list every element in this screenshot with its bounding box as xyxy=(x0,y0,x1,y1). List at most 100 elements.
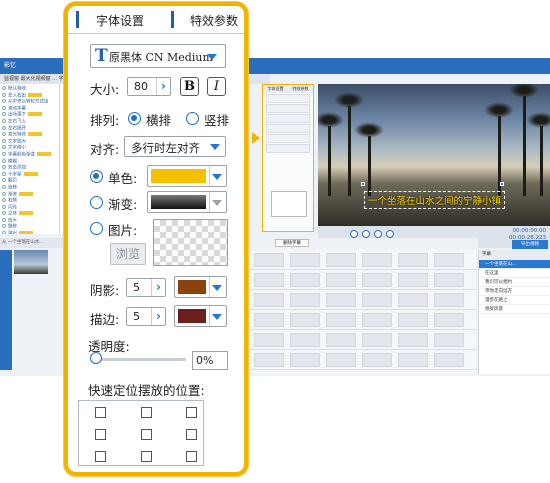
effect-tree-item[interactable]: 文字放大 xyxy=(2,138,57,146)
shadow-stepper[interactable]: 5 › xyxy=(126,278,166,297)
timeline-clip[interactable] xyxy=(434,353,464,367)
align-select[interactable]: 多行时左对齐 xyxy=(124,136,226,157)
effect-tree-item[interactable]: 飘移 xyxy=(2,224,57,231)
size-stepper[interactable]: 80 › xyxy=(127,77,171,96)
effect-tree-item[interactable]: 右侧 xyxy=(2,198,57,205)
position-bottom-right[interactable] xyxy=(186,451,197,462)
media-thumbnail[interactable] xyxy=(14,250,48,274)
opacity-slider-handle[interactable] xyxy=(90,352,102,364)
effect-tree-item[interactable]: 双击添加 xyxy=(2,165,57,172)
timeline-clip[interactable] xyxy=(254,313,284,327)
timeline-clip[interactable] xyxy=(398,293,428,307)
timeline-clip[interactable] xyxy=(326,273,356,287)
timeline-clip[interactable] xyxy=(398,253,428,267)
chevron-right-icon[interactable]: › xyxy=(151,279,165,296)
stroke-color-select[interactable] xyxy=(174,305,227,327)
timeline-clip[interactable] xyxy=(326,353,356,367)
timeline-clip[interactable] xyxy=(326,253,356,267)
chevron-right-icon[interactable]: › xyxy=(151,308,165,325)
timeline-clip[interactable] xyxy=(326,293,356,307)
gradient-select[interactable] xyxy=(147,191,227,213)
effect-tree-item[interactable]: 从中央以转轮方式出 xyxy=(2,99,57,106)
position-top-left[interactable] xyxy=(95,407,106,418)
solid-color-radio[interactable] xyxy=(90,170,103,183)
effect-tree-item[interactable]: 左右飞入 xyxy=(2,118,57,126)
position-bottom-left[interactable] xyxy=(95,451,106,462)
timeline-clip[interactable] xyxy=(434,273,464,287)
effect-tree[interactable]: 默认特效 左入右出 从中央以转轮方式出 滚动字幕 出场落下 左右飞入 左右揭开 发光特效 文字放… xyxy=(0,84,60,234)
caption-list-item[interactable]: 在这里 xyxy=(479,269,550,278)
timeline-clip[interactable] xyxy=(290,333,320,347)
timeline-clip[interactable] xyxy=(434,293,464,307)
effect-tree-item[interactable]: 滚动字幕 xyxy=(2,105,57,113)
position-bottom-center[interactable] xyxy=(141,451,152,462)
timeline-clip[interactable] xyxy=(434,253,464,267)
timeline-clip[interactable] xyxy=(398,353,428,367)
effect-tree-item[interactable]: 十字星 xyxy=(2,171,57,179)
delete-caption-button[interactable]: 删除字幕 xyxy=(275,239,309,247)
position-middle-right[interactable] xyxy=(186,429,197,440)
caption-handle[interactable] xyxy=(500,182,504,186)
position-top-right[interactable] xyxy=(186,407,197,418)
timeline-clip[interactable] xyxy=(362,353,392,367)
timeline-clip[interactable] xyxy=(362,273,392,287)
timeline-clip[interactable] xyxy=(434,333,464,347)
position-middle-left[interactable] xyxy=(95,429,106,440)
caption-list-item[interactable]: 带你走向远方 xyxy=(479,287,550,296)
effect-tree-item[interactable]: 文字缩小 xyxy=(2,145,57,152)
stroke-stepper[interactable]: 5 › xyxy=(126,307,166,326)
prev-icon[interactable] xyxy=(350,230,358,238)
opacity-value[interactable]: 0% xyxy=(192,351,228,370)
timeline-clip[interactable] xyxy=(362,333,392,347)
gradient-radio[interactable] xyxy=(90,196,103,209)
caption-list-item[interactable]: 我们可以相约 xyxy=(479,278,550,287)
timeline-clip[interactable] xyxy=(290,313,320,327)
browse-button[interactable]: 浏览 xyxy=(110,243,146,265)
timeline-clip[interactable] xyxy=(290,253,320,267)
timeline-clip[interactable] xyxy=(326,313,356,327)
timeline-clip[interactable] xyxy=(362,313,392,327)
stop-icon[interactable] xyxy=(386,230,394,238)
effect-tree-item[interactable]: 左右揭开 xyxy=(2,125,57,133)
timeline-clip[interactable] xyxy=(434,313,464,327)
caption-list-item[interactable]: 漫步在路上 xyxy=(479,296,550,305)
vertical-radio[interactable] xyxy=(186,112,199,125)
effect-tree-item[interactable]: 字幕颜色渐变 xyxy=(2,151,57,159)
timeline-clip[interactable] xyxy=(254,273,284,287)
position-top-center[interactable] xyxy=(141,407,152,418)
effect-tree-item[interactable]: 立体 xyxy=(2,211,57,218)
opacity-slider-track[interactable] xyxy=(94,358,186,361)
effect-tree-item[interactable]: 翻页 xyxy=(2,178,57,185)
italic-button[interactable]: I xyxy=(207,77,226,96)
effect-tree-item[interactable]: 默认特效 xyxy=(2,86,57,93)
tab-font-settings[interactable]: 字体设置 xyxy=(96,12,144,29)
bold-button[interactable]: B xyxy=(180,77,199,96)
tab-effect-params[interactable]: 特效参数 xyxy=(190,12,238,29)
timeline-clip[interactable] xyxy=(254,253,284,267)
timeline-clip[interactable] xyxy=(362,293,392,307)
effect-tree-item[interactable]: 旋转 xyxy=(2,184,57,192)
timeline-clip[interactable] xyxy=(398,273,428,287)
timeline-clip[interactable] xyxy=(254,333,284,347)
font-family-select[interactable]: T 原黑体 CN Medium xyxy=(90,44,226,68)
horizontal-radio[interactable] xyxy=(128,112,141,125)
effect-tree-item[interactable]: 出场落下 xyxy=(2,112,57,119)
effect-tree-item[interactable]: 模糊 xyxy=(2,158,57,166)
effect-tree-item[interactable]: 左入右出 xyxy=(2,92,57,100)
timeline-clip[interactable] xyxy=(290,293,320,307)
effect-tree-item[interactable]: 发光特效 xyxy=(2,132,57,139)
timeline-clip[interactable] xyxy=(398,333,428,347)
timeline-clip[interactable] xyxy=(290,353,320,367)
shadow-color-select[interactable] xyxy=(174,276,227,298)
image-radio[interactable] xyxy=(90,222,103,235)
next-icon[interactable] xyxy=(374,230,382,238)
chevron-right-icon[interactable]: › xyxy=(156,78,170,95)
effect-tree-item[interactable]: 弹出 xyxy=(2,231,57,234)
effect-tree-item[interactable]: 放大 xyxy=(2,217,57,225)
timeline-clip[interactable] xyxy=(254,293,284,307)
caption-list-item[interactable]: 一个坐落在山... xyxy=(479,260,550,269)
caption-list-item[interactable]: 感受风景 xyxy=(479,305,550,314)
caption-handle[interactable] xyxy=(361,182,365,186)
image-preview[interactable] xyxy=(153,219,228,266)
timeline-clip[interactable] xyxy=(254,353,284,367)
